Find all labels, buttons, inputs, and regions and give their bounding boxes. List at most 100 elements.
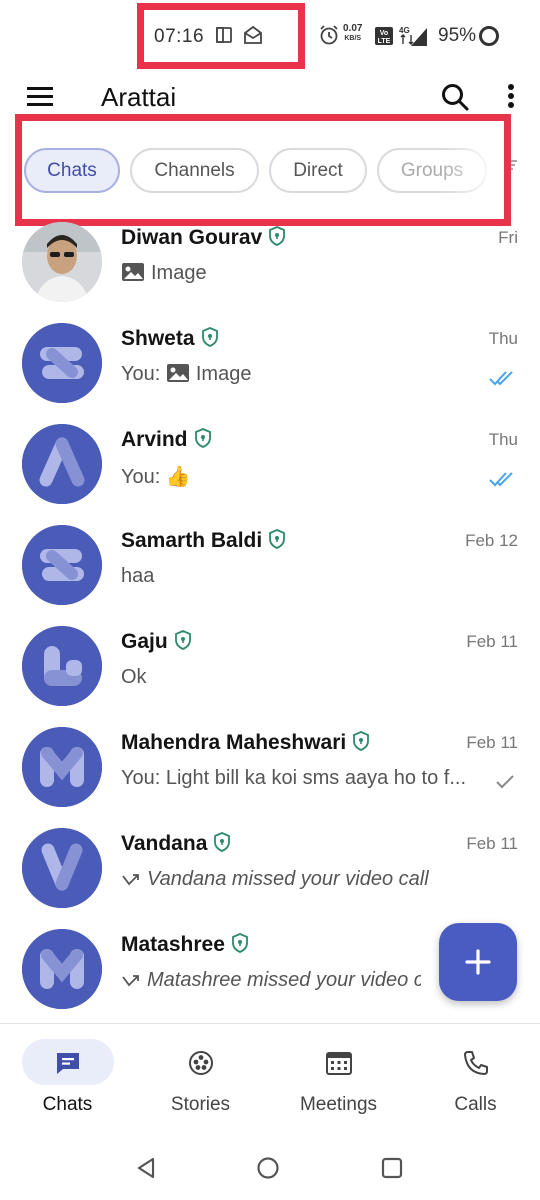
chat-name: Samarth Baldi xyxy=(121,529,286,555)
phone-icon xyxy=(463,1051,488,1075)
chat-name: Arvind xyxy=(121,428,212,454)
shield-icon xyxy=(231,933,249,959)
missed-call-icon xyxy=(121,871,141,894)
net-speed-value: 0.07 xyxy=(343,23,363,34)
volte-icon: Vo LTE xyxy=(374,26,394,51)
chat-name-text: Arvind xyxy=(121,428,188,451)
nav-stories[interactable]: Stories xyxy=(133,1024,268,1134)
svg-text:Vo: Vo xyxy=(380,30,388,37)
chat-time: Thu xyxy=(488,430,518,449)
image-icon xyxy=(121,262,145,288)
svg-text:LTE: LTE xyxy=(378,38,391,45)
chat-preview: Image xyxy=(121,262,481,288)
image-icon xyxy=(166,363,190,389)
net-speed: 0.07 KB/S xyxy=(343,24,362,43)
shield-icon xyxy=(201,327,219,353)
avatar xyxy=(22,525,102,605)
more-vert-icon[interactable] xyxy=(505,82,517,117)
highlight-box-filters xyxy=(15,114,511,226)
chat-name-text: Shweta xyxy=(121,327,195,350)
net-speed-unit: KB/S xyxy=(344,35,362,42)
read-tick-icon xyxy=(488,369,516,392)
chat-preview: Ok xyxy=(121,666,147,688)
nav-chats[interactable]: Chats xyxy=(0,1024,135,1134)
chat-name: Shweta xyxy=(121,327,219,353)
chat-name: Mahendra Maheshwari xyxy=(121,731,370,757)
bottom-nav: Chats Stories Meetings Calls xyxy=(0,1024,540,1134)
chat-time: Feb 11 xyxy=(466,834,518,853)
chat-name-text: Mahendra Maheshwari xyxy=(121,731,347,754)
chat-row[interactable]: Gaju Feb 11 Ok xyxy=(0,610,540,711)
chat-time: Feb 12 xyxy=(465,531,518,550)
nav-label: Stories xyxy=(170,1094,231,1115)
alarm-icon xyxy=(318,24,340,51)
chat-name-text: Samarth Baldi xyxy=(121,529,263,552)
app-title: Arattai xyxy=(101,82,177,112)
nav-meetings[interactable]: Meetings xyxy=(271,1024,406,1134)
sent-tick-icon xyxy=(494,773,516,796)
chat-name-text: Gaju xyxy=(121,630,168,653)
chat-name: Matashree xyxy=(121,933,249,959)
chat-preview: Vandana missed your video call xyxy=(121,868,481,894)
chat-preview: haa xyxy=(121,565,155,587)
chat-name: Diwan Gourav xyxy=(121,226,286,252)
highlight-box-status xyxy=(137,3,305,69)
chat-preview: You: 👍 xyxy=(121,466,191,488)
avatar xyxy=(22,828,102,908)
shield-icon xyxy=(352,731,370,757)
chat-list: Diwan Gourav Fri Image Shweta Thu You: I… xyxy=(0,222,540,1022)
battery-percent: 95% xyxy=(438,25,477,46)
chat-name: Gaju xyxy=(121,630,192,656)
chat-preview: Matashree missed your video call xyxy=(121,969,421,995)
chat-preview-text: Vandana missed your video call xyxy=(147,868,429,890)
chat-row[interactable]: Arvind Thu You: 👍 xyxy=(0,408,540,509)
new-chat-button[interactable] xyxy=(439,923,517,1001)
chat-preview: You: Light bill ka koi sms aaya ho to f.… xyxy=(121,767,467,789)
chat-name: Vandana xyxy=(121,832,231,858)
nav-calls[interactable]: Calls xyxy=(408,1024,540,1134)
chat-bubble-icon xyxy=(56,1053,79,1074)
chat-preview: You: Image xyxy=(121,363,481,389)
nav-label: Meetings xyxy=(299,1094,378,1115)
avatar xyxy=(22,323,102,403)
stories-icon xyxy=(188,1051,213,1075)
avatar xyxy=(22,626,102,706)
read-tick-icon xyxy=(488,470,516,493)
status-bar: 07:16 0.07 KB/S Vo LTE 4G 95% xyxy=(0,0,540,72)
missed-call-icon xyxy=(121,972,141,995)
recents-icon[interactable] xyxy=(380,1156,404,1185)
avatar xyxy=(22,222,102,302)
search-icon[interactable] xyxy=(440,82,470,117)
shield-icon xyxy=(213,832,231,858)
system-nav-bar xyxy=(0,1134,540,1200)
chat-row[interactable]: Diwan Gourav Fri Image xyxy=(0,222,540,307)
avatar xyxy=(22,424,102,504)
chat-row[interactable]: Samarth Baldi Feb 12 haa xyxy=(0,509,540,610)
chat-time: Thu xyxy=(488,329,518,348)
shield-icon xyxy=(194,428,212,454)
svg-text:4G: 4G xyxy=(399,26,410,35)
chat-preview-you: You: xyxy=(121,363,166,385)
meetings-icon xyxy=(325,1052,352,1075)
avatar xyxy=(22,929,102,1009)
back-icon[interactable] xyxy=(134,1156,158,1185)
chat-preview-text: Image xyxy=(195,363,252,385)
shield-icon xyxy=(268,529,286,555)
chat-row[interactable]: Shweta Thu You: Image xyxy=(0,307,540,408)
shield-icon xyxy=(174,630,192,656)
chat-time: Feb 11 xyxy=(466,632,518,651)
battery-icon xyxy=(478,25,500,52)
chat-name-text: Vandana xyxy=(121,832,208,855)
nav-label: Chats xyxy=(42,1094,93,1115)
chat-row[interactable]: Mahendra Maheshwari Feb 11 You: Light bi… xyxy=(0,711,540,812)
chat-preview-text: Image xyxy=(151,262,207,284)
shield-icon xyxy=(268,226,286,252)
signal-icon: 4G xyxy=(397,24,429,53)
chat-time: Feb 11 xyxy=(466,733,518,752)
home-icon[interactable] xyxy=(256,1156,280,1185)
chat-row[interactable]: Vandana Feb 11 Vandana missed your video… xyxy=(0,812,540,913)
chat-name-text: Matashree xyxy=(121,933,225,956)
plus-icon xyxy=(465,949,491,975)
menu-icon[interactable] xyxy=(26,84,54,113)
nav-label: Calls xyxy=(454,1094,497,1115)
